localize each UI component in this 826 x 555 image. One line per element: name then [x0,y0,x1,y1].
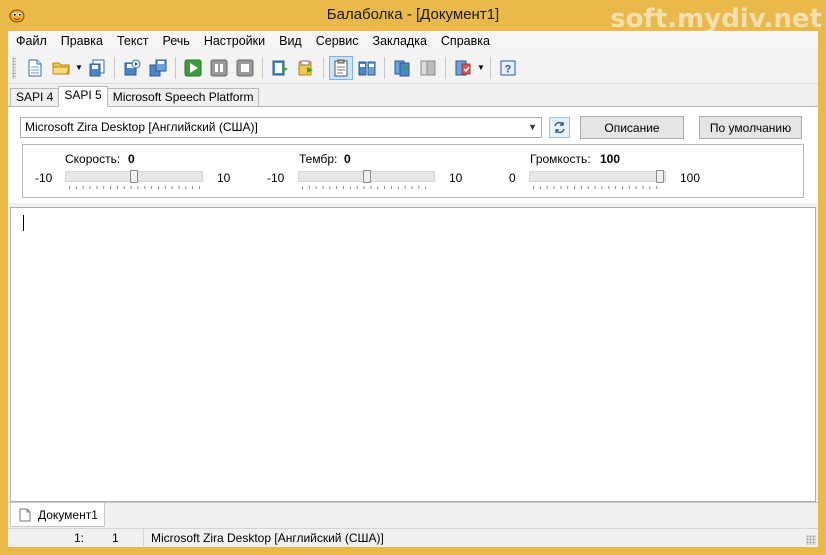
speed-label: Скорость: [65,152,121,166]
default-button[interactable]: По умолчанию [699,116,802,139]
spelling-icon[interactable] [451,56,475,80]
read-file-icon[interactable] [294,56,318,80]
watermark: soft.mydiv.net [610,4,822,34]
speed-slider[interactable] [130,170,138,183]
voice-select[interactable]: Microsoft Zira Desktop [Английский (США)… [20,117,542,138]
text-caret [23,215,24,231]
compare-icon[interactable] [416,56,440,80]
svg-text:?: ? [505,63,512,75]
engine-tabs: SAPI 4 SAPI 5 Microsoft Speech Platform [10,86,260,107]
tab-sapi4[interactable]: SAPI 4 [10,88,60,106]
volume-value: 100 [600,152,621,166]
menu-file[interactable]: Файл [8,31,54,51]
speed-min: -10 [35,171,53,185]
client-area: Файл Правка Текст Речь Настройки Вид Сер… [8,31,818,548]
pitch-ticks [302,186,432,189]
speed-ticks [69,186,200,189]
clipboard-monitor-icon[interactable] [329,55,353,80]
play-icon[interactable] [181,56,205,80]
open-folder-icon[interactable] [49,56,73,80]
toolbar-separator [445,56,446,79]
voice-select-value: Microsoft Zira Desktop [Английский (США)… [25,120,258,134]
volume-min: 0 [509,171,516,185]
volume-slider-track [529,171,666,182]
pitch-max: 10 [449,171,463,185]
tab-speech-platform[interactable]: Microsoft Speech Platform [106,88,260,106]
split-file-icon[interactable] [390,56,414,80]
document-tabs: Документ1 [8,502,818,528]
document-icon [19,508,31,521]
menu-tools[interactable]: Сервис [309,31,366,51]
document-tab-label: Документ1 [38,507,98,522]
pitch-value: 0 [344,152,351,166]
document-tab[interactable]: Документ1 [10,503,105,527]
toolbar-separator [384,56,385,79]
status-voice: Microsoft Zira Desktop [Английский (США)… [143,529,818,548]
new-document-icon[interactable] [23,56,47,80]
toolbar-separator [262,56,263,79]
read-clipboard-icon[interactable] [268,56,292,80]
window-frame-right [818,31,826,547]
pitch-slider[interactable] [362,170,371,183]
menu-settings[interactable]: Настройки [197,31,272,51]
resize-grip[interactable] [806,535,816,545]
menu-speech[interactable]: Речь [155,31,196,51]
pause-icon[interactable] [207,56,231,80]
text-editor[interactable] [10,207,816,502]
description-button[interactable]: Описание [580,116,684,139]
toolbar: ▼ ▼ ? [8,52,818,84]
volume-slider[interactable] [656,170,664,183]
menu-help[interactable]: Справка [434,31,497,51]
refresh-voices-button[interactable] [549,117,570,138]
menu-bar: Файл Правка Текст Речь Настройки Вид Сер… [8,31,818,51]
spelling-dropdown-arrow[interactable]: ▼ [476,56,486,80]
refresh-icon [554,122,565,133]
toolbar-grip[interactable] [12,56,16,79]
voice-settings-panel: Microsoft Zira Desktop [Английский (США)… [8,106,818,203]
chevron-down-icon: ▼ [528,122,537,132]
book-icon[interactable] [355,56,379,80]
speed-max: 10 [217,171,231,185]
pitch-label: Тембр: [299,152,338,166]
save-audio-icon[interactable] [120,56,144,80]
window-frame-left [0,31,8,547]
menu-view[interactable]: Вид [272,31,309,51]
open-dropdown-arrow[interactable]: ▼ [74,56,84,80]
toolbar-separator [175,56,176,79]
stop-icon[interactable] [233,56,257,80]
tab-sapi5[interactable]: SAPI 5 [58,86,108,107]
help-icon[interactable]: ? [496,56,520,80]
toolbar-separator [323,56,324,79]
toolbar-separator [114,56,115,79]
volume-max: 100 [680,171,701,185]
title-bar: Балаболка - [Документ1] soft.mydiv.net [0,0,826,34]
pitch-min: -10 [267,171,285,185]
save-icon[interactable] [85,56,109,80]
menu-bookmark[interactable]: Закладка [366,31,434,51]
speed-value: 0 [128,152,135,166]
status-column: 1 [112,531,119,545]
status-bar: 1: 1 Microsoft Zira Desktop [Английский … [8,528,818,548]
volume-label: Громкость: [530,152,591,166]
window-frame-bottom [0,547,826,555]
volume-ticks [533,186,663,189]
menu-edit[interactable]: Правка [54,31,110,51]
toolbar-separator [490,56,491,79]
voice-params-group: Скорость: 0 -10 10 Тембр: 0 -10 10 Громк… [22,144,804,198]
batch-convert-icon[interactable] [146,56,170,80]
status-line: 1: [73,531,84,545]
menu-text[interactable]: Текст [110,31,155,51]
